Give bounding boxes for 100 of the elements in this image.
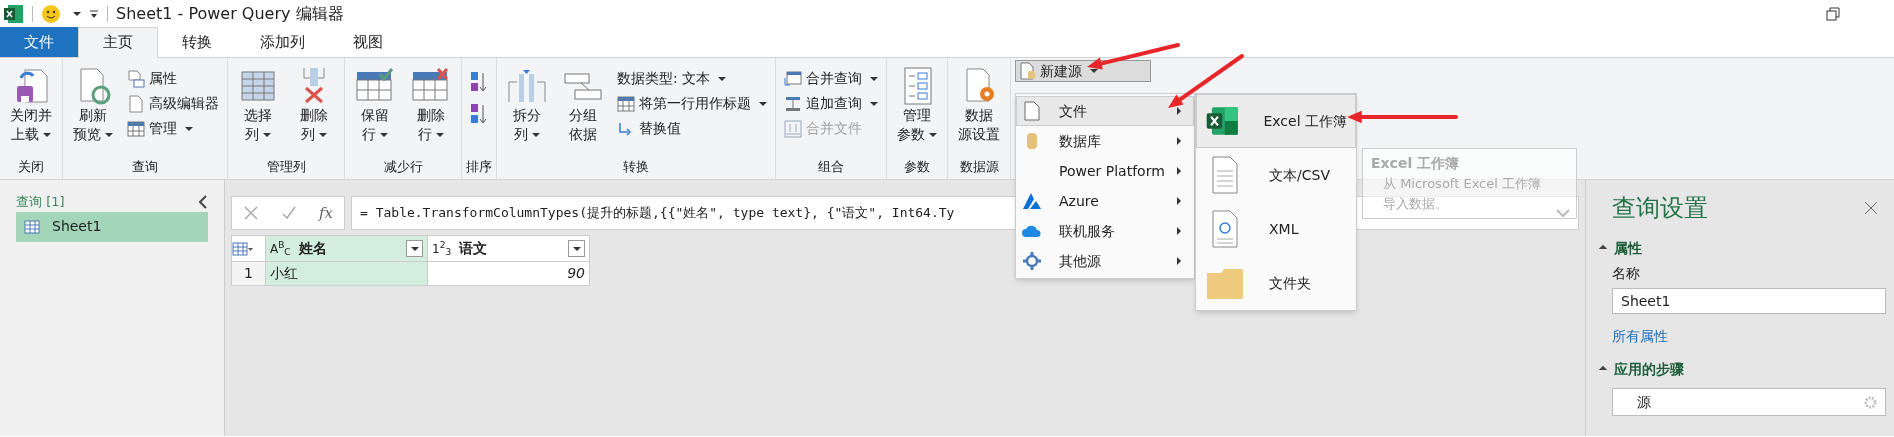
ribbon-menu-item[interactable]: 数据类型: 文本 [613, 66, 771, 91]
table-menu-cell[interactable] [231, 235, 266, 262]
caret-icon [380, 133, 388, 137]
group-label: 减少行 [382, 158, 424, 176]
document-database-icon [1020, 62, 1036, 80]
ribbon-menu-item[interactable]: 替换值 [613, 116, 771, 141]
ribbon-button[interactable]: 数据 源设置 [952, 62, 1006, 144]
applied-step[interactable]: 源 [1612, 388, 1886, 416]
table-cell: 小红 [265, 261, 428, 286]
submenu-arrow-icon [1177, 227, 1181, 235]
caret-icon [436, 133, 444, 137]
caret-icon [185, 126, 193, 131]
table-menu-icon[interactable] [232, 241, 254, 256]
new-source-button[interactable]: 新建源 [1015, 60, 1151, 82]
ribbon-button[interactable]: 保留 行 [349, 62, 401, 144]
ribbon-menu-item[interactable]: 将第一行用作标题 [613, 91, 771, 116]
ribbon-menu-item[interactable]: 管理 [123, 116, 223, 141]
ribbon-menu-item[interactable]: 高级编辑器 [123, 91, 223, 116]
append-rows-icon [784, 94, 802, 113]
group-label: 排序 [465, 158, 493, 176]
ribbon-button[interactable]: 选择 列 [232, 62, 284, 144]
ribbon-tab[interactable]: 视图 [329, 27, 407, 57]
ribbon-button[interactable]: 删除 列 [288, 62, 340, 144]
customize-toolbar-icon[interactable] [89, 9, 99, 19]
section-header[interactable]: 应用的步骤 [1600, 359, 1886, 380]
window-title: Sheet1 - Power Query 编辑器 [116, 3, 344, 25]
document-icon [1022, 101, 1042, 121]
group-label: 组合 [817, 158, 845, 176]
ribbon-button[interactable]: 分组 依据 [557, 62, 609, 144]
caret-icon [870, 101, 878, 106]
submenu-arrow-icon [1177, 257, 1181, 265]
table-icon [617, 94, 635, 113]
table-icon [24, 219, 40, 234]
group-label: 参数 [903, 158, 931, 176]
close-icon[interactable] [1864, 201, 1878, 215]
filter-dropdown[interactable] [406, 240, 423, 257]
caret-icon [43, 133, 51, 137]
field-label: 名称 [1612, 264, 1641, 283]
caret-icon [929, 133, 937, 137]
document-icon [127, 94, 145, 113]
filter-dropdown[interactable] [568, 240, 585, 257]
ribbon-menu-item[interactable]: 属性 [123, 66, 223, 91]
column-header[interactable]: 1$^{2}$$_{3}$ 语文 [427, 235, 590, 262]
caret-icon [718, 76, 727, 81]
submenu-arrow-icon [1177, 137, 1181, 145]
caret-icon [870, 76, 878, 81]
menu-item[interactable]: Excel 工作簿 [1196, 94, 1356, 148]
caret-icon [73, 12, 81, 16]
tooltip-title: Excel 工作簿 [1371, 154, 1461, 173]
all-properties-link[interactable]: 所有属性 [1612, 326, 1886, 347]
restore-window-icon[interactable] [1826, 7, 1840, 21]
table-icon [127, 119, 145, 138]
check-icon[interactable] [280, 205, 297, 221]
caret-icon [263, 133, 271, 137]
caret-icon [532, 133, 540, 137]
ribbon-button[interactable]: 管理 参数 [891, 62, 943, 144]
group-label: 关闭 [17, 158, 45, 176]
sort-descending-icon[interactable] [470, 102, 488, 126]
menu-item[interactable]: 其他源 [1016, 246, 1194, 276]
merge-tables-icon [784, 69, 802, 88]
caret-icon [759, 101, 767, 106]
name-field[interactable]: Sheet1 [1612, 288, 1886, 314]
row-number: 1 [231, 261, 266, 286]
ribbon-tab[interactable]: 主页 [78, 27, 158, 58]
function-label[interactable]: fx [318, 201, 333, 225]
combine-files-icon [784, 119, 802, 138]
group-label: 管理列 [265, 158, 307, 176]
ribbon-button[interactable]: 关闭并 上载 [4, 62, 58, 144]
connector-icon [1022, 251, 1042, 271]
menu-item[interactable]: Power Platform [1016, 156, 1194, 186]
sort-ascending-icon[interactable] [470, 70, 488, 94]
ribbon-menu-item[interactable]: 追加查询 [780, 91, 882, 116]
section-header[interactable]: 属性 [1600, 238, 1886, 259]
group-label: 查询 [131, 158, 159, 176]
menu-item[interactable]: 文件 [1016, 96, 1194, 126]
submenu-arrow-icon [1177, 197, 1181, 205]
properties-icon [127, 69, 145, 88]
column-header[interactable]: A$^{B}$$_{C}$ 姓名 [265, 235, 428, 262]
ribbon-tab[interactable]: 文件 [0, 27, 78, 57]
ribbon-menu-item[interactable]: 合并查询 [780, 66, 882, 91]
queries-heading: 查询 [1] [16, 193, 65, 211]
spreadsheet-logo-icon[interactable] [4, 4, 24, 24]
menu-item[interactable]: 数据库 [1016, 126, 1194, 156]
ribbon-tab[interactable]: 添加列 [236, 27, 329, 57]
submenu-arrow-icon [1177, 167, 1181, 175]
ribbon-button[interactable]: 拆分 列 [501, 62, 553, 144]
group-label: 转换 [622, 158, 650, 176]
ribbon-button[interactable]: 刷新 预览 [67, 62, 119, 144]
ribbon-button[interactable]: 删除 行 [405, 62, 457, 144]
collapse-chevron-icon[interactable] [198, 194, 208, 209]
group-label: 数据源 [958, 158, 1000, 176]
menu-item[interactable]: 文件夹 [1196, 256, 1356, 310]
triangle-logo-icon [1022, 191, 1042, 211]
query-item[interactable]: Sheet1 [16, 211, 208, 242]
caret-icon [105, 133, 113, 137]
caret-icon [319, 133, 327, 137]
table-cell: 90 [427, 261, 590, 286]
pane-title: 查询设置 [1612, 193, 1708, 224]
ribbon-tab[interactable]: 转换 [158, 27, 236, 57]
smiley-icon[interactable] [41, 4, 61, 24]
